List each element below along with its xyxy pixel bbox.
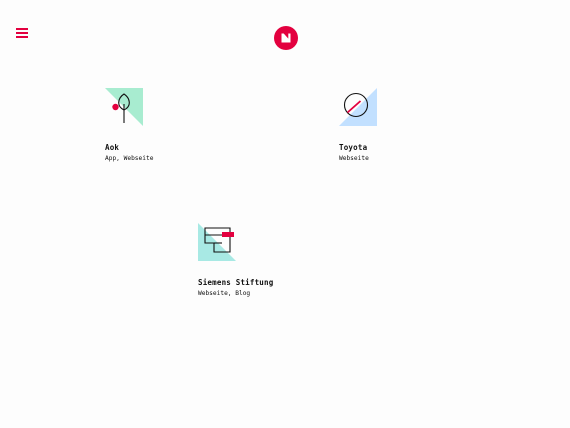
- project-card-aok[interactable]: Aok App, Webseite: [105, 88, 153, 162]
- project-title: Aok: [105, 143, 120, 152]
- brand-logo-icon: [281, 33, 291, 43]
- page: Aok App, Webseite Toyota Webseite Siemen…: [0, 0, 570, 428]
- puzzle-blocks-icon: [198, 223, 236, 261]
- tree-icon: [105, 88, 143, 126]
- hamburger-line: [16, 36, 28, 38]
- project-title: Toyota: [339, 143, 368, 152]
- project-tags: Webseite, Blog: [198, 290, 251, 297]
- project-card-toyota[interactable]: Toyota Webseite: [339, 88, 377, 162]
- brand-logo[interactable]: [274, 26, 298, 50]
- hamburger-line: [16, 28, 28, 30]
- hamburger-line: [16, 32, 28, 34]
- project-tags: Webseite: [339, 155, 369, 162]
- speedometer-icon: [339, 88, 377, 126]
- project-title: Siemens Stiftung: [198, 278, 274, 287]
- project-tags: App, Webseite: [105, 155, 154, 162]
- project-card-siemens-stiftung[interactable]: Siemens Stiftung Webseite, Blog: [198, 223, 273, 297]
- menu-button[interactable]: [16, 28, 28, 39]
